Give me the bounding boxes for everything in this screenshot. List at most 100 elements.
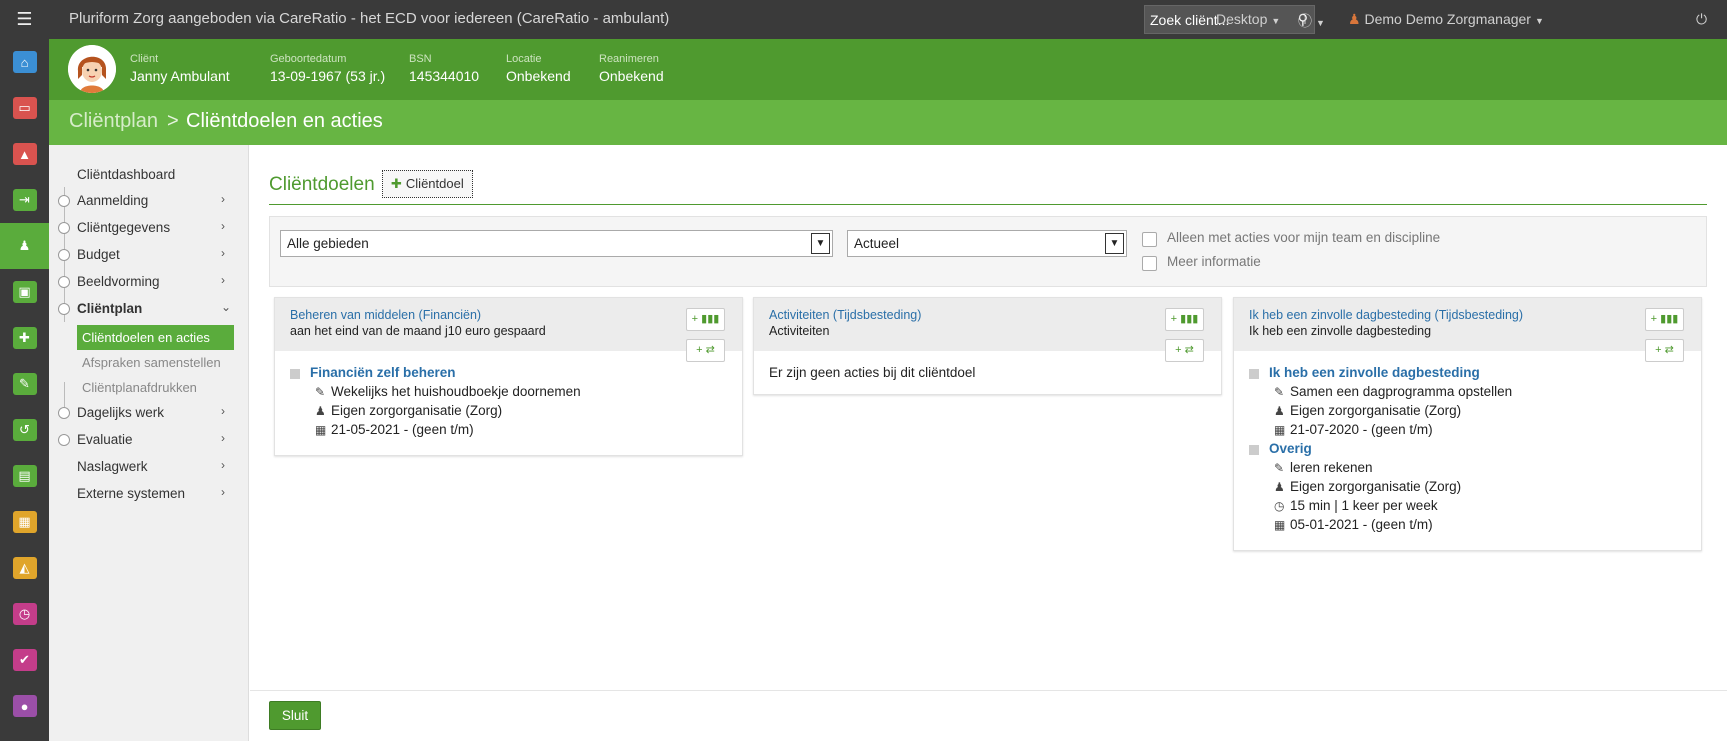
section-divider	[269, 204, 1707, 205]
action-frequency-text: 15 min | 1 keer per week	[1290, 498, 1438, 513]
rail-item[interactable]: ▤	[0, 453, 49, 499]
nav-item-evaluatie[interactable]: Evaluatie	[77, 432, 133, 447]
rail-item[interactable]: ↺	[0, 407, 49, 453]
goal-title[interactable]: Beheren van middelen (Financiën)	[290, 308, 742, 322]
field-value: Janny Ambulant	[130, 68, 230, 84]
rail-item[interactable]: ♟	[0, 223, 49, 269]
team-discipline-label: Alleen met acties voor mijn team en disc…	[1167, 230, 1441, 245]
gebied-select[interactable]: Alle gebieden ▼	[280, 230, 833, 257]
nav-item-naslagwerk[interactable]: Naslagwerk	[77, 459, 148, 474]
pencil-icon: ✎	[1274, 461, 1285, 475]
rail-item[interactable]: ▣	[0, 269, 49, 315]
status-select[interactable]: Actueel ▼	[847, 230, 1127, 257]
calendar-icon: ▦	[12, 511, 37, 533]
warning-icon: ▲	[12, 143, 37, 165]
goal-card-body: Er zijn geen acties bij dit cliëntdoel	[754, 351, 1221, 394]
action-name[interactable]: Overig	[1269, 441, 1686, 456]
client-field-location: Locatie Onbekend	[506, 53, 571, 84]
user-label: Demo Demo Zorgmanager	[1364, 11, 1531, 27]
team-discipline-checkbox[interactable]	[1142, 232, 1157, 247]
nav-item-dagelijks-werk[interactable]: Dagelijks werk	[77, 405, 164, 420]
action-bullet	[290, 369, 300, 379]
info-icon: ⓘ	[1298, 13, 1312, 29]
breadcrumb-parent[interactable]: Cliëntplan	[69, 110, 158, 133]
chevron-down-icon: ▼	[1534, 16, 1544, 26]
action-name[interactable]: Financiën zelf beheren	[310, 365, 727, 380]
app-title: Pluriform Zorg aangeboden via CareRatio …	[69, 10, 670, 27]
avatar	[68, 45, 116, 93]
user-icon: ●	[12, 695, 37, 717]
nav-sub-clientdoelen[interactable]: Cliëntdoelen en acties	[77, 325, 234, 350]
goal-card-header: Ik heb een zinvolle dagbesteding (Tijdsb…	[1234, 298, 1701, 362]
field-label: Cliënt	[130, 53, 159, 65]
nav-item-clientdashboard[interactable]: Cliëntdashboard	[77, 167, 175, 182]
rail-item[interactable]: ✔	[0, 637, 49, 683]
add-measurement-button[interactable]: + ▮▮▮	[1645, 308, 1684, 331]
chevron-right-icon[interactable]: ›	[221, 219, 225, 233]
nav-timeline	[64, 382, 65, 407]
chevron-right-icon[interactable]: ›	[221, 485, 225, 499]
close-button[interactable]: Sluit	[269, 701, 321, 730]
rail-item[interactable]: ⇥	[0, 177, 49, 223]
plus-icon: ✚	[391, 176, 402, 191]
goal-card: Beheren van middelen (Financiën) aan het…	[274, 297, 743, 456]
nav-item-clientplan[interactable]: Cliëntplan	[77, 301, 142, 316]
rail-item[interactable]: ◭	[0, 545, 49, 591]
action-date: ▦ 05-01-2021 - (geen t/m)	[1269, 517, 1686, 532]
chevron-down-icon[interactable]: ▼	[1105, 233, 1124, 254]
goal-card-header: Activiteiten (Tijdsbesteding) Activiteit…	[754, 298, 1221, 362]
chevron-right-icon[interactable]: ›	[221, 246, 225, 260]
rail-item[interactable]: ⌂	[0, 39, 49, 85]
nav-item-budget[interactable]: Budget	[77, 247, 120, 262]
info-menu[interactable]: ⓘ ▼	[1298, 11, 1325, 31]
nav-sub-afspraken[interactable]: Afspraken samenstellen	[77, 350, 234, 375]
add-clientdoel-button[interactable]: ✚ Cliëntdoel	[382, 170, 473, 198]
rail-item[interactable]: ▲	[0, 131, 49, 177]
meer-informatie-checkbox[interactable]	[1142, 256, 1157, 271]
user-menu[interactable]: ♟ Demo Demo Zorgmanager ▼	[1348, 11, 1544, 28]
nav-sub-afdrukken[interactable]: Cliëntplanafdrukken	[77, 375, 234, 400]
puzzle-icon: ✚	[12, 327, 37, 349]
side-nav: Cliëntdashboard Aanmelding › Cliëntgegev…	[49, 145, 249, 741]
nav-item-aanmelding[interactable]: Aanmelding	[77, 193, 148, 208]
chevron-down-icon[interactable]: ⌄	[221, 300, 231, 314]
goal-title[interactable]: Activiteiten (Tijdsbesteding)	[769, 308, 1221, 322]
nav-item-clientgegevens[interactable]: Cliëntgegevens	[77, 220, 170, 235]
chevron-down-icon[interactable]: ▼	[811, 233, 830, 254]
client-field-bsn: BSN 145344010	[409, 53, 479, 84]
field-label: Geboortedatum	[270, 53, 347, 65]
chevron-right-icon[interactable]: ›	[221, 192, 225, 206]
nav-item-beeldvorming[interactable]: Beeldvorming	[77, 274, 160, 289]
chevron-right-icon[interactable]: ›	[221, 404, 225, 418]
add-measurement-button[interactable]: + ▮▮▮	[686, 308, 725, 331]
field-label: BSN	[409, 53, 432, 65]
top-bar: Pluriform Zorg aangeboden via CareRatio …	[49, 0, 1727, 39]
nav-step-circle	[58, 303, 70, 315]
chevron-down-icon: ▼	[1271, 16, 1281, 26]
icon-rail: ☰ ⌂ ▭ ▲ ⇥ ♟ ▣ ✚ ✎ ↺ ▤ ▦ ◭ ◷ ✔ ●	[0, 0, 49, 741]
field-value: Onbekend	[599, 68, 664, 84]
rail-item[interactable]: ✎	[0, 361, 49, 407]
action-org-text: Eigen zorgorganisatie (Zorg)	[331, 403, 503, 418]
chevron-right-icon[interactable]: ›	[221, 431, 225, 445]
chevron-right-icon[interactable]: ›	[221, 458, 225, 472]
menu-icon[interactable]: ☰	[0, 0, 49, 39]
rail-item[interactable]: ◷	[0, 591, 49, 637]
power-icon[interactable]: ⏻	[1696, 11, 1707, 28]
rail-item[interactable]: ▭	[0, 85, 49, 131]
goal-title[interactable]: Ik heb een zinvolle dagbesteding (Tijdsb…	[1249, 308, 1701, 322]
rail-item[interactable]: ●	[0, 683, 49, 729]
field-value: 13-09-1967 (53 jr.)	[270, 68, 386, 84]
goal-subtitle: Ik heb een zinvolle dagbesteding	[1249, 324, 1432, 338]
chevron-right-icon[interactable]: ›	[221, 273, 225, 287]
action-frequency: ◷ 15 min | 1 keer per week	[1269, 498, 1686, 513]
rail-item[interactable]: ✚	[0, 315, 49, 361]
nav-item-externe-systemen[interactable]: Externe systemen	[77, 486, 185, 501]
action-name[interactable]: Ik heb een zinvolle dagbesteding	[1269, 365, 1686, 380]
add-measurement-button[interactable]: + ▮▮▮	[1165, 308, 1204, 331]
action-item: Overig ✎ leren rekenen ♟ Eigen zorgorganis…	[1249, 441, 1686, 532]
desktop-menu[interactable]: Desktop ▼	[1216, 11, 1280, 27]
action-org: ♟ Eigen zorgorganisatie (Zorg)	[310, 403, 727, 418]
goal-card: Activiteiten (Tijdsbesteding) Activiteit…	[753, 297, 1222, 395]
rail-item[interactable]: ▦	[0, 499, 49, 545]
